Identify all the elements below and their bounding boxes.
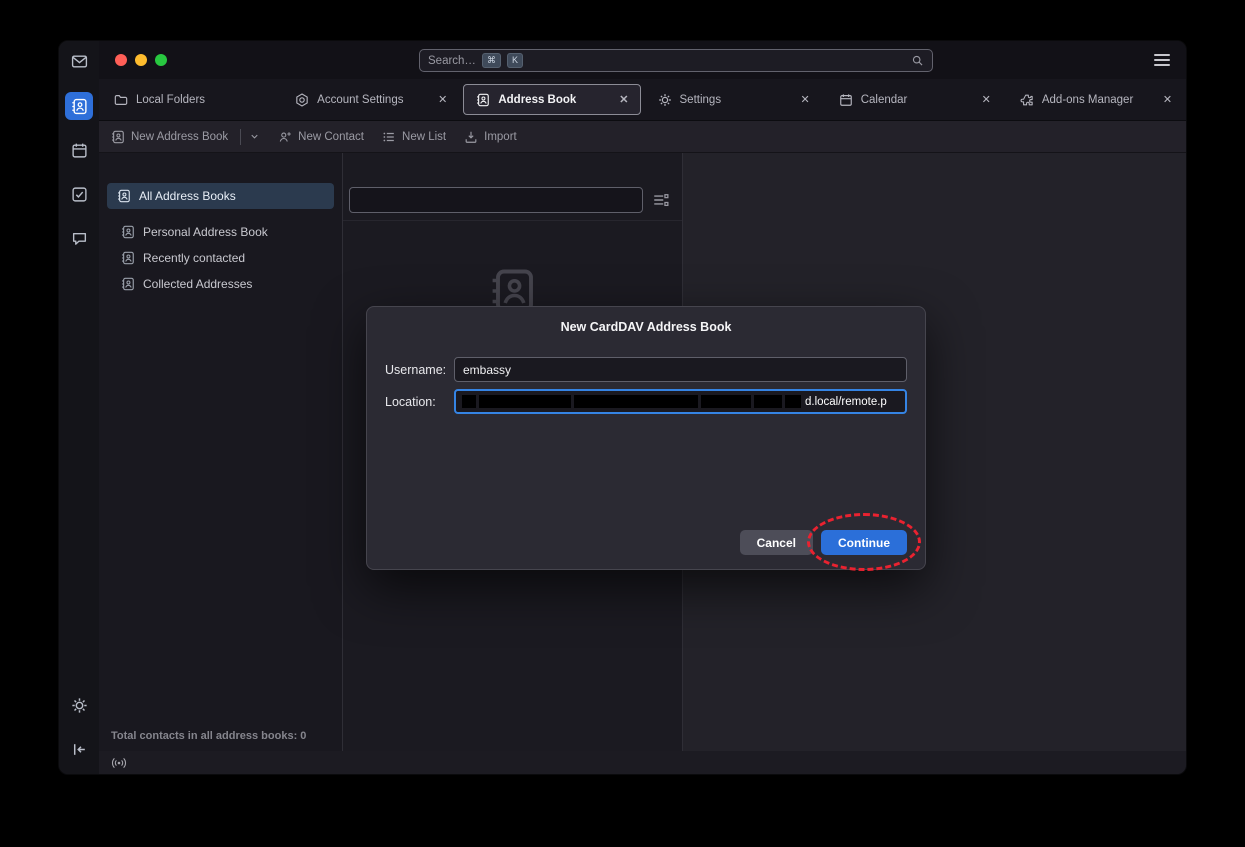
tab-local-folders[interactable]: Local Folders: [101, 84, 278, 115]
zoom-window-button[interactable]: [155, 54, 167, 66]
location-visible-text: d.local/remote.p: [805, 396, 887, 408]
puzzle-icon: [1020, 93, 1034, 107]
redaction-bar: [754, 395, 782, 408]
address-book-icon: [111, 130, 125, 144]
sidebar-item-recently-contacted[interactable]: Recently contacted: [111, 245, 334, 271]
redaction-bar: [574, 395, 698, 408]
new-address-book-button[interactable]: New Address Book: [111, 129, 260, 145]
display-options-icon[interactable]: [652, 191, 670, 209]
app-menu-button[interactable]: [1154, 54, 1170, 66]
contacts-total-status: Total contacts in all address books: 0: [111, 730, 306, 742]
account-settings-icon: [295, 93, 309, 107]
minimize-window-button[interactable]: [135, 54, 147, 66]
new-contact-label: New Contact: [298, 131, 364, 143]
new-list-label: New List: [402, 131, 446, 143]
tab-label: Account Settings: [317, 94, 427, 106]
redaction-bar: [701, 395, 751, 408]
tab-label: Calendar: [861, 94, 971, 106]
redaction-bar: [462, 395, 476, 408]
sidebar-item-all-address-books[interactable]: All Address Books: [107, 183, 334, 209]
k-keycap: K: [507, 53, 523, 68]
spaces-toolbar: [59, 41, 99, 774]
new-contact-icon: [278, 130, 292, 144]
settings-gear-icon[interactable]: [65, 691, 93, 719]
tab-label: Local Folders: [136, 94, 269, 106]
mail-space-icon[interactable]: [65, 47, 93, 75]
tab-label: Add-ons Manager: [1042, 94, 1152, 106]
tab-close-icon[interactable]: ✕: [616, 93, 631, 106]
username-label: Username:: [385, 363, 454, 377]
tab-close-icon[interactable]: ✕: [979, 93, 994, 106]
thunderbird-window: Search… ⌘ K Local Folders Account Settin…: [58, 40, 1187, 775]
tab-close-icon[interactable]: ✕: [1160, 93, 1175, 106]
sidebar-item-collected-addresses[interactable]: Collected Addresses: [111, 271, 334, 297]
address-book-icon: [121, 251, 135, 265]
sidebar-item-label: All Address Books: [139, 189, 236, 203]
tab-close-icon[interactable]: ✕: [797, 93, 812, 106]
address-book-icon: [121, 225, 135, 239]
sidebar-item-label: Collected Addresses: [143, 277, 252, 291]
sidebar-item-label: Recently contacted: [143, 251, 245, 265]
status-bar: [99, 751, 1186, 774]
cancel-button[interactable]: Cancel: [740, 530, 813, 555]
address-book-space-icon[interactable]: [65, 92, 93, 120]
list-icon: [382, 130, 396, 144]
close-window-button[interactable]: [115, 54, 127, 66]
new-carddav-dialog: New CardDAV Address Book Username: Locat…: [366, 306, 926, 570]
tab-account-settings[interactable]: Account Settings ✕: [282, 84, 459, 115]
divider: [240, 129, 241, 145]
address-book-toolbar: New Address Book New Contact New List Im…: [99, 121, 1186, 153]
username-input[interactable]: [454, 357, 907, 382]
import-label: Import: [484, 131, 517, 143]
location-input[interactable]: d.local/remote.p: [454, 389, 907, 414]
redaction-bar: [479, 395, 571, 408]
calendar-icon: [839, 93, 853, 107]
sidebar-item-label: Personal Address Book: [143, 225, 268, 239]
chevron-down-icon: [249, 131, 260, 142]
dialog-buttons: Cancel Continue: [740, 530, 907, 555]
tab-addons-manager[interactable]: Add-ons Manager ✕: [1007, 84, 1184, 115]
contacts-search-input[interactable]: [349, 187, 643, 213]
tab-close-icon[interactable]: ✕: [435, 93, 450, 106]
address-book-icon: [476, 93, 490, 107]
username-row: Username:: [385, 357, 907, 382]
gear-icon: [658, 93, 672, 107]
tab-label: Address Book: [498, 94, 608, 106]
new-address-book-label: New Address Book: [131, 131, 228, 143]
sidebar-item-personal-address-book[interactable]: Personal Address Book: [111, 219, 334, 245]
collapse-spaces-icon[interactable]: [65, 735, 93, 763]
tab-label: Settings: [680, 94, 790, 106]
tab-calendar[interactable]: Calendar ✕: [826, 84, 1003, 115]
search-placeholder: Search…: [428, 55, 476, 67]
tab-bar: Local Folders Account Settings ✕ Address…: [99, 79, 1186, 121]
new-contact-button[interactable]: New Contact: [278, 130, 364, 144]
tab-settings[interactable]: Settings ✕: [645, 84, 822, 115]
continue-button[interactable]: Continue: [821, 530, 907, 555]
tab-address-book[interactable]: Address Book ✕: [463, 84, 640, 115]
new-list-button[interactable]: New List: [382, 130, 446, 144]
address-book-icon: [117, 189, 131, 203]
location-label: Location:: [385, 395, 454, 409]
dialog-title: New CardDAV Address Book: [367, 320, 925, 334]
network-activity-icon: [111, 755, 127, 771]
traffic-lights: [115, 54, 167, 66]
tasks-space-icon[interactable]: [65, 180, 93, 208]
redaction-bar: [785, 395, 801, 408]
import-button[interactable]: Import: [464, 130, 517, 144]
desktop: Search… ⌘ K Local Folders Account Settin…: [0, 0, 1245, 847]
cmd-keycap: ⌘: [482, 53, 501, 68]
global-search-bar[interactable]: Search… ⌘ K: [419, 49, 933, 72]
address-book-icon: [121, 277, 135, 291]
location-row: Location: d.local/remote.p: [385, 389, 907, 414]
calendar-space-icon[interactable]: [65, 136, 93, 164]
import-icon: [464, 130, 478, 144]
address-books-sidebar: All Address Books Personal Address Book …: [99, 153, 343, 751]
search-icon: [911, 54, 924, 67]
window-header: Search… ⌘ K: [99, 41, 1186, 79]
contacts-search-row: [343, 153, 682, 221]
chat-space-icon[interactable]: [65, 224, 93, 252]
folder-icon: [114, 93, 128, 107]
